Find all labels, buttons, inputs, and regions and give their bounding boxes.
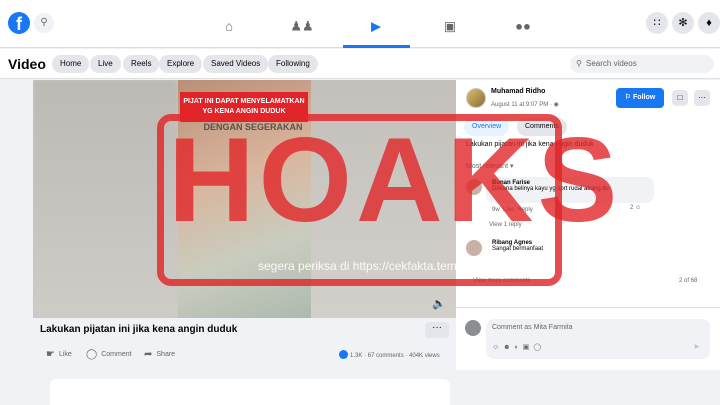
tab-following[interactable]: Following — [268, 55, 318, 73]
video-title: Lakukan pijatan ini jika kena angin dudu… — [40, 324, 238, 335]
home-icon[interactable]: ⌂ — [225, 20, 233, 33]
comment-reactions[interactable]: 2 ☺ — [630, 205, 641, 211]
video-subnav: Video Home Live Reels Explore Saved Vide… — [0, 49, 720, 79]
comment-button[interactable]: ◯ Comment — [86, 349, 132, 360]
comment-count[interactable]: 67 comments — [368, 353, 404, 359]
search-icon: ⚲ — [576, 59, 582, 68]
like-button[interactable]: ☛ Like — [46, 349, 72, 360]
video-stats: 1.3K · 67 comments · 404K views — [339, 350, 440, 359]
send-icon[interactable]: ➤ — [693, 342, 700, 351]
my-avatar — [465, 320, 481, 336]
camera-icon[interactable]: ◐ — [515, 344, 523, 351]
share-button[interactable]: ➦ Share — [144, 349, 175, 360]
gif-icon[interactable]: ▣ — [523, 344, 534, 351]
view-count: 404K views — [409, 353, 440, 359]
comment-reaction-count: 2 — [630, 205, 634, 211]
save-icon[interactable]: □ — [672, 90, 688, 106]
comment-counter: 2 of 68 — [679, 278, 698, 284]
page-title: Video — [8, 56, 46, 72]
more-options-button[interactable]: ··· — [425, 322, 449, 338]
reaction-count[interactable]: 1.3K — [350, 353, 362, 359]
video-icon[interactable]: ▶ — [371, 20, 381, 33]
follow-label: Follow — [633, 94, 656, 101]
marketplace-icon[interactable]: ▣ — [444, 20, 456, 33]
comment-label: Comment — [101, 351, 132, 358]
active-tab-indicator — [343, 45, 410, 48]
like-reaction-icon — [339, 350, 348, 359]
divider — [456, 307, 720, 308]
gaming-icon[interactable]: ●● — [515, 20, 531, 33]
notifications-icon[interactable]: ♦ — [698, 12, 720, 34]
like-label: Like — [58, 351, 72, 358]
reaction-icons: ☺ — [635, 205, 642, 211]
comment-placeholder: Comment as Mita Farmita — [492, 324, 573, 331]
hoax-stamp-subtitle: segera periksa di https://cekfakta.tempo… — [258, 259, 487, 273]
comment-tools: ☺☻◐▣◯ — [492, 343, 545, 351]
share-icon: ➦ — [144, 349, 153, 360]
hoax-stamp-word: HOAKS — [168, 113, 622, 247]
tab-live[interactable]: Live — [90, 55, 121, 73]
friends-icon[interactable]: ♟♟ — [290, 20, 313, 33]
volume-icon[interactable]: 🔈 — [432, 297, 446, 310]
messenger-icon[interactable]: ✻ — [672, 12, 694, 34]
tab-home[interactable]: Home — [52, 55, 90, 73]
author-name[interactable]: Muhamad Ridho — [491, 88, 545, 95]
avatar-icon[interactable]: ◯ — [533, 344, 545, 351]
tab-saved-videos[interactable]: Saved Videos — [203, 55, 269, 73]
post-date-text: August 11 at 9:07 PM — [491, 102, 549, 108]
next-post-card — [50, 379, 450, 405]
post-date[interactable]: August 11 at 9:07 PM · ◉ — [491, 101, 559, 108]
like-icon: ☛ — [46, 349, 55, 360]
sticker-icon[interactable]: ☺ — [492, 344, 503, 351]
top-navigation-bar: f ⚲ ⌂ ♟♟ ▶ ▣ ●● ∷ ✻ ♦ — [0, 0, 720, 48]
search-placeholder: Search videos — [586, 59, 637, 68]
share-label: Share — [156, 351, 176, 358]
search-icon[interactable]: ⚲ — [34, 13, 54, 33]
comment-icon: ◯ — [86, 349, 98, 360]
tab-explore[interactable]: Explore — [159, 55, 203, 73]
tab-reels[interactable]: Reels — [123, 55, 160, 73]
public-icon: ◉ — [553, 102, 559, 108]
facebook-logo[interactable]: f — [8, 12, 30, 34]
follow-button[interactable]: ⚐ Follow — [616, 88, 664, 108]
more-icon[interactable]: ··· — [694, 90, 710, 106]
author-avatar[interactable] — [466, 88, 486, 108]
menu-grid-icon[interactable]: ∷ — [646, 12, 668, 34]
search-videos-input[interactable]: ⚲ Search videos — [570, 55, 714, 73]
emoji-icon[interactable]: ☻ — [503, 344, 514, 351]
